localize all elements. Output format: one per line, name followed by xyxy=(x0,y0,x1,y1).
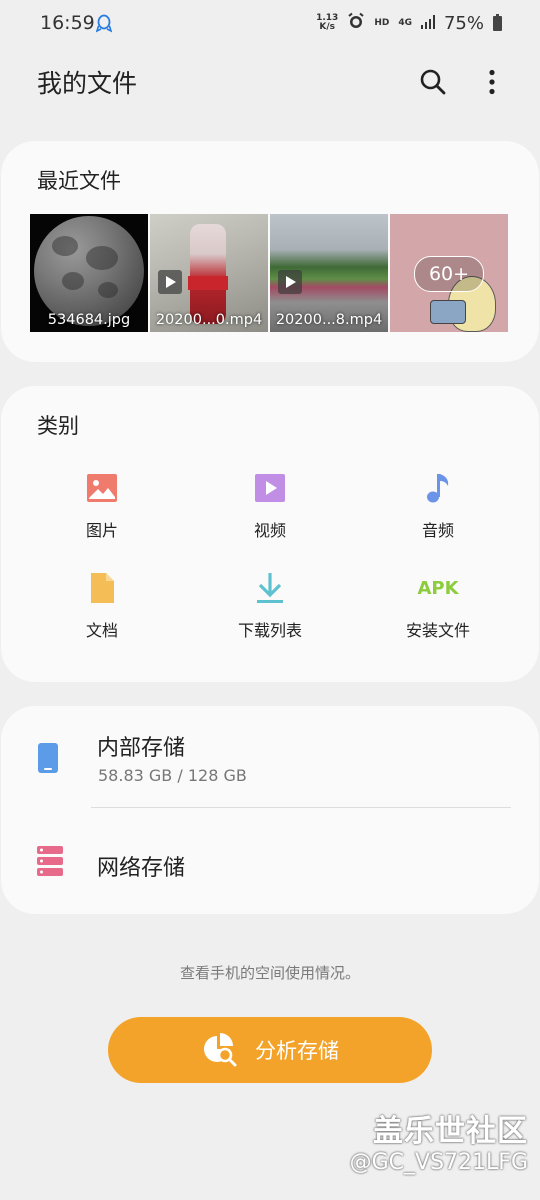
image-icon xyxy=(84,470,120,506)
status-time: 16:59 xyxy=(40,12,95,34)
category-audio[interactable]: 音频 xyxy=(368,470,508,541)
category-install-files[interactable]: APK 安装文件 xyxy=(368,570,508,641)
categories-title: 类别 xyxy=(37,414,79,438)
file-name: 20200...0.mp4 xyxy=(155,312,263,328)
category-label: 视频 xyxy=(253,521,286,540)
battery-icon xyxy=(493,13,502,31)
analyze-icon xyxy=(204,1033,237,1067)
internal-storage-item[interactable]: 内部存储 58.83 GB / 128 GB xyxy=(1,706,539,808)
net-speed-unit: K/s xyxy=(319,22,336,32)
video-icon xyxy=(252,470,288,506)
play-icon xyxy=(278,270,302,294)
category-label: 文档 xyxy=(85,621,118,640)
moon-image xyxy=(34,216,144,326)
apk-icon: APK xyxy=(417,570,459,606)
recent-file-thumb[interactable]: 20200...0.mp4 xyxy=(150,214,268,332)
network-type: 4G xyxy=(398,18,412,28)
server-icon xyxy=(37,846,63,880)
battery-percent: 75% xyxy=(443,12,484,34)
recent-files-list: 534684.jpg 20200...0.mp4 20200...8.mp4 6… xyxy=(30,214,508,332)
category-images[interactable]: 图片 xyxy=(32,470,172,541)
search-icon xyxy=(420,69,446,95)
analyze-storage-button[interactable]: 分析存储 xyxy=(108,1017,432,1083)
play-icon xyxy=(158,270,182,294)
more-recent-files[interactable]: 60+ xyxy=(390,214,508,332)
document-icon xyxy=(84,570,120,606)
network-storage-title: 网络存储 xyxy=(97,856,186,881)
recent-files-title: 最近文件 xyxy=(37,169,121,193)
video-preview-detail xyxy=(188,276,228,290)
recent-files-card: 最近文件 534684.jpg 20200...0.mp4 20200...8.… xyxy=(1,141,539,362)
thumbnail-illustration-camera xyxy=(430,300,466,324)
watermark-user: @GC_VS721LFG xyxy=(349,1150,528,1175)
usage-hint: 查看手机的空间使用情况。 xyxy=(179,964,360,982)
download-icon xyxy=(252,570,288,606)
more-count-badge: 60+ xyxy=(414,256,484,292)
category-label: 音频 xyxy=(421,521,454,540)
alarm-icon xyxy=(347,12,365,34)
category-label: 图片 xyxy=(85,521,118,540)
video-preview xyxy=(190,224,226,324)
file-name: 20200...8.mp4 xyxy=(275,312,383,328)
category-videos[interactable]: 视频 xyxy=(200,470,340,541)
category-label: 下载列表 xyxy=(237,621,302,640)
recent-file-thumb[interactable]: 534684.jpg xyxy=(30,214,148,332)
category-label: 安装文件 xyxy=(405,621,470,640)
hd-indicator: HD xyxy=(374,18,390,28)
page-title: 我的文件 xyxy=(37,69,138,98)
qq-notification-icon xyxy=(95,14,113,38)
signal-icon xyxy=(420,14,435,33)
category-downloads[interactable]: 下载列表 xyxy=(200,570,340,641)
watermark-title: 盖乐世社区 xyxy=(373,1114,528,1149)
analyze-storage-label: 分析存储 xyxy=(255,1039,339,1063)
category-documents[interactable]: 文档 xyxy=(32,570,172,641)
categories-card: 类别 图片 视频 音频 文档 下载列表 APK 安装文件 xyxy=(1,386,539,682)
status-bar: 16:59 1.13 K/s HD 4G 75% xyxy=(0,0,540,50)
status-indicators: 1.13 K/s HD 4G 75% xyxy=(316,12,502,34)
network-storage-item[interactable]: 网络存储 xyxy=(1,808,539,914)
phone-icon xyxy=(37,742,59,778)
network-speed: 1.13 K/s xyxy=(316,14,338,32)
more-options-button[interactable] xyxy=(472,62,512,102)
recent-file-thumb[interactable]: 20200...8.mp4 xyxy=(270,214,388,332)
apk-icon-text: APK xyxy=(417,577,459,599)
more-vertical-icon xyxy=(489,69,495,95)
file-name: 534684.jpg xyxy=(47,312,131,328)
internal-storage-title: 内部存储 xyxy=(97,736,186,761)
music-icon xyxy=(420,470,456,506)
search-button[interactable] xyxy=(413,62,453,102)
internal-storage-usage: 58.83 GB / 128 GB xyxy=(98,766,247,785)
storage-card: 内部存储 58.83 GB / 128 GB 网络存储 xyxy=(1,706,539,914)
